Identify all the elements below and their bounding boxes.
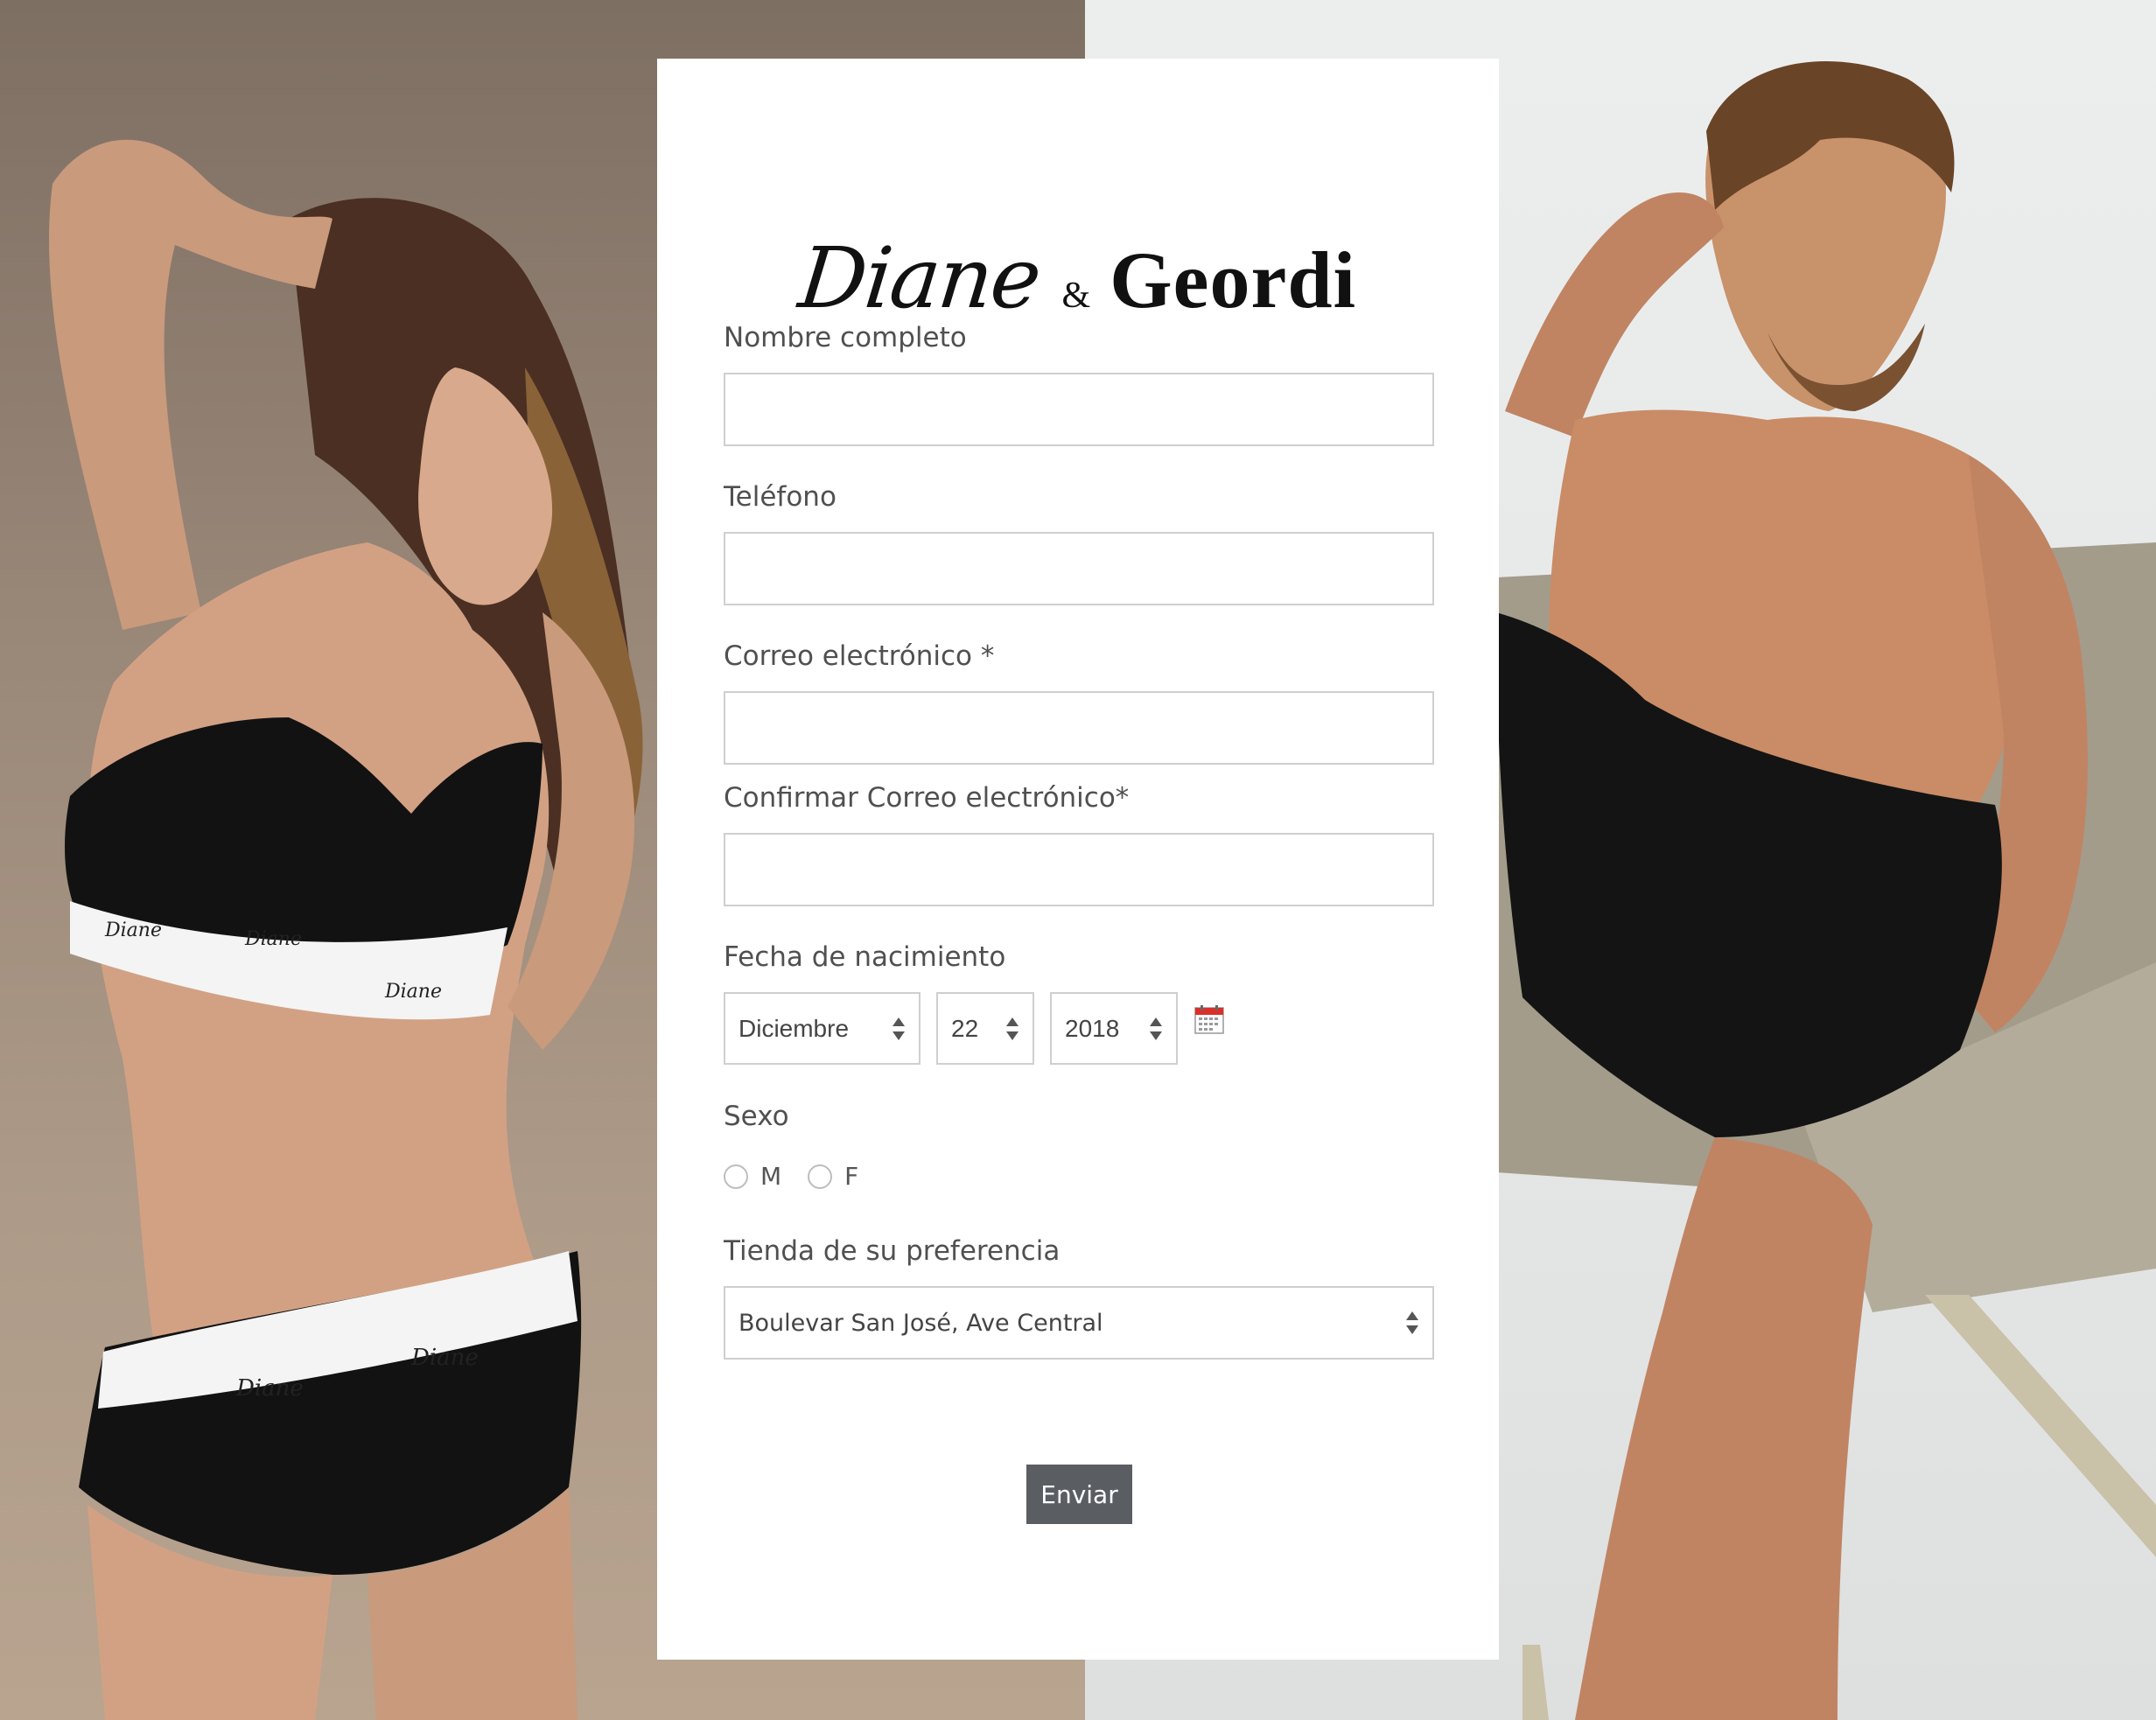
submit-button[interactable]: Enviar [1026, 1465, 1132, 1524]
registration-card: Diane & Geordi Nombre completo Teléfono … [657, 59, 1499, 1660]
store-label: Tienda de su preferencia [724, 1235, 1060, 1267]
confirm-email-input[interactable] [724, 833, 1434, 906]
sex-option-f[interactable]: F [808, 1162, 858, 1191]
band-logo-text-3: Diane [384, 981, 442, 1003]
briefs-logo-text-1: Diane [235, 1375, 304, 1402]
radio-f-label: F [844, 1162, 859, 1191]
logo-ampersand: & [1061, 276, 1091, 316]
full-name-input[interactable] [724, 373, 1434, 446]
birth-day-select[interactable]: 22 [936, 992, 1034, 1065]
birth-month-value: Diciembre [738, 1014, 850, 1042]
birth-year-value: 2018 [1065, 1014, 1120, 1042]
select-arrows-icon [1406, 1311, 1418, 1335]
band-logo-text-2: Diane [244, 928, 302, 950]
store-select[interactable]: Boulevar San José, Ave Central [724, 1286, 1434, 1360]
sex-label: Sexo [724, 1101, 789, 1132]
band-logo-text-1: Diane [104, 919, 162, 941]
briefs-logo-text-2: Diane [410, 1345, 479, 1371]
select-arrows-icon [1006, 1017, 1018, 1041]
email-label: Correo electrónico * [724, 640, 995, 672]
calendar-icon[interactable] [1194, 1004, 1224, 1034]
sex-radio-group: M F [724, 1162, 885, 1191]
select-arrows-icon [1150, 1017, 1162, 1041]
logo-geordi-text: Geordi [1110, 235, 1357, 325]
birth-month-select[interactable]: Diciembre [724, 992, 920, 1065]
birth-year-select[interactable]: 2018 [1050, 992, 1178, 1065]
select-arrows-icon [892, 1017, 905, 1041]
birth-day-value: 22 [951, 1014, 979, 1042]
sex-option-m[interactable]: M [724, 1162, 781, 1191]
radio-f[interactable] [808, 1164, 833, 1189]
radio-m-label: M [760, 1162, 782, 1191]
brand-logo: Diane & Geordi [657, 229, 1499, 327]
phone-input[interactable] [724, 532, 1434, 605]
birthdate-label: Fecha de nacimiento [724, 941, 1006, 973]
radio-m[interactable] [724, 1164, 748, 1189]
logo-diane-text: Diane [794, 229, 1045, 327]
full-name-label: Nombre completo [724, 322, 967, 353]
phone-label: Teléfono [724, 481, 836, 513]
email-input[interactable] [724, 691, 1434, 765]
confirm-email-label: Confirmar Correo electrónico* [724, 782, 1130, 814]
store-select-value: Boulevar San José, Ave Central [738, 1309, 1103, 1337]
